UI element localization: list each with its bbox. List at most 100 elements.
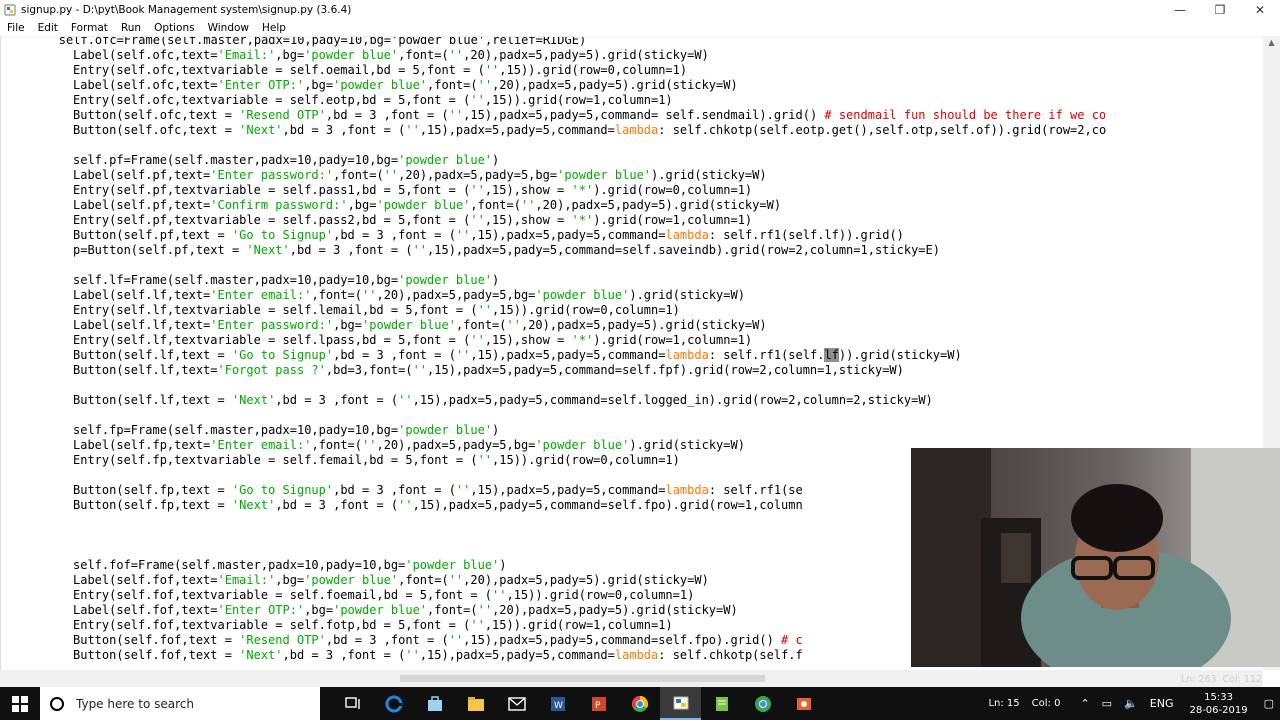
taskbar: Type here to search W P Ln: 15 Col: 0 ⌃ … [0,687,1280,720]
code-token: 'powder blue' [535,438,630,452]
taskbar-powerpoint-button[interactable]: P [578,687,619,720]
code-token: 'Next' [246,243,290,257]
code-token: 'powder blue' [398,273,493,287]
code-token: ,font=( [311,288,363,302]
code-token: ,bg= [347,198,377,212]
mail-icon [507,696,526,711]
code-line[interactable]: self.fp=Frame(self.master,padx=10,pady=1… [73,423,1106,438]
taskbar-notepad-button[interactable] [701,687,742,720]
taskbar-explorer-button[interactable] [455,687,496,720]
screen-recorder-icon [796,697,811,710]
code-token: lambda [665,483,709,497]
code-line[interactable]: Label(self.ofc,text='Email:',bg='powder … [73,48,1106,63]
network-icon[interactable]: ▭ [1096,697,1118,710]
code-token: '*' [571,183,594,197]
taskbar-mail-button[interactable] [496,687,537,720]
code-token: ).grid(sticky=W) [651,168,767,182]
close-button[interactable]: ✕ [1240,0,1280,19]
taskbar-chrome2-button[interactable] [742,687,783,720]
code-line[interactable]: Button(self.lf,text = 'Go to Signup',bd … [73,348,1106,363]
taskbar-idle-button[interactable] [660,687,701,720]
code-token: '' [470,213,485,227]
clock[interactable]: 15:33 28-06-2019 [1179,691,1257,717]
code-token: '' [520,198,536,212]
code-line[interactable]: Entry(self.lf,textvariable = self.lemail… [73,303,1106,318]
code-line[interactable]: Entry(self.ofc,textvariable = self.oemai… [73,63,1106,78]
code-token: Entry(self.fof,textvariable = self.fotp,… [73,618,471,632]
code-token: 'powder blue' [376,198,471,212]
menu-format[interactable]: Format [64,22,114,34]
code-token: 'Next' [231,393,276,407]
code-line[interactable]: Label(self.pf,text='Confirm password:',b… [73,198,1106,213]
code-token: Button(self.lf,text= [73,363,218,377]
code-line[interactable] [73,408,1106,423]
code-line[interactable]: Label(self.lf,text='Enter password:',bg=… [73,318,1106,333]
code-line[interactable]: Entry(self.pf,textvariable = self.pass2,… [73,213,1106,228]
code-token: ,15),padx=5,pady=5,command= [419,123,615,137]
horizontal-scroll-thumb[interactable] [400,675,765,682]
task-view-button[interactable] [332,687,373,720]
horizontal-scrollbar[interactable] [0,670,1263,687]
code-token: '' [455,483,471,497]
code-line[interactable]: self.ofc=Frame(self.master,padx=10,pady=… [1,37,1106,48]
python-file-icon [4,4,16,15]
code-token: 'Go to Signup' [231,483,334,497]
code-token: ,bg= [275,48,305,62]
taskbar-recorder-button[interactable] [783,687,824,720]
taskbar-apps: W P [332,687,824,720]
code-line[interactable]: Button(self.pf,text = 'Go to Signup',bd … [73,228,1106,243]
code-line[interactable]: self.lf=Frame(self.master,padx=10,pady=1… [73,273,1106,288]
code-token: ,20),padx=5,pady=5).grid(sticky=W) [463,573,709,587]
scroll-up-arrow-icon[interactable]: ▲ [1263,37,1280,49]
taskbar-word-button[interactable]: W [537,687,578,720]
code-token: 'Forgot pass ?' [217,363,326,377]
maximize-button[interactable]: ❐ [1200,0,1240,19]
taskbar-search-box[interactable]: Type here to search [40,687,320,720]
code-line[interactable] [73,138,1106,153]
code-line[interactable]: p=Button(self.pf,text = 'Next',bd = 3 ,f… [73,243,1106,258]
code-token: ,20),padx=5,pady=5,bg= [376,438,536,452]
code-token: lf [824,348,839,362]
code-line[interactable]: Label(self.pf,text='Enter password:',fon… [73,168,1106,183]
code-line[interactable] [73,258,1106,273]
menu-window[interactable]: Window [201,22,255,34]
code-line[interactable] [73,378,1106,393]
code-line[interactable]: self.pf=Frame(self.master,padx=10,pady=1… [73,153,1106,168]
code-token: self.lf=Frame(self.master,padx=10,pady=1… [73,273,399,287]
code-token: Label(self.ofc,text= [73,78,218,92]
code-token: '' [477,453,493,467]
code-token: Entry(self.lf,textvariable = self.lpass,… [73,333,471,347]
menu-file[interactable]: File [0,22,31,34]
code-token: ,15),show = [484,213,572,227]
python-idle-icon [673,696,688,709]
code-token: 'Enter OTP:' [217,603,305,617]
code-line[interactable]: Label(self.ofc,text='Enter OTP:',bg='pow… [73,78,1106,93]
code-line[interactable]: Label(self.lf,text='Enter email:',font=(… [73,288,1106,303]
code-line[interactable]: Button(self.lf,text = 'Next',bd = 3 ,fon… [73,393,1106,408]
code-line[interactable]: Entry(self.pf,textvariable = self.pass1,… [73,183,1106,198]
code-line[interactable]: Button(self.ofc,text = 'Resend OTP',bd =… [73,108,1106,123]
code-line[interactable]: Entry(self.ofc,textvariable = self.eotp,… [73,93,1106,108]
code-line[interactable]: Button(self.ofc,text = 'Next',bd = 3 ,fo… [73,123,1106,138]
code-line[interactable]: Button(self.lf,text='Forgot pass ?',bd=3… [73,363,1106,378]
minimize-button[interactable]: — [1160,0,1200,19]
taskbar-chrome-button[interactable] [619,687,660,720]
taskbar-edge-button[interactable] [373,687,414,720]
code-token: Label(self.fp,text= [73,438,211,452]
code-token: 'Enter email:' [210,288,312,302]
language-indicator[interactable]: ENG [1144,697,1180,710]
menu-edit[interactable]: Edit [31,22,64,34]
menu-options[interactable]: Options [147,22,201,34]
code-token: 'Enter password:' [210,318,334,332]
menu-run[interactable]: Run [114,22,147,34]
volume-icon[interactable]: 🔈 [1118,697,1144,710]
code-token: '' [405,648,420,662]
notifications-icon[interactable]: ▢ [1258,697,1280,710]
code-line[interactable]: Entry(self.lf,textvariable = self.lpass,… [73,333,1106,348]
code-token: ,20),padx=5,pady=5).grid(sticky=W) [463,48,709,62]
chevron-up-icon[interactable]: ⌃ [1074,697,1095,710]
taskbar-store-button[interactable] [414,687,455,720]
code-token: ) [499,558,507,572]
start-button[interactable] [0,687,40,720]
menu-help[interactable]: Help [255,22,292,34]
